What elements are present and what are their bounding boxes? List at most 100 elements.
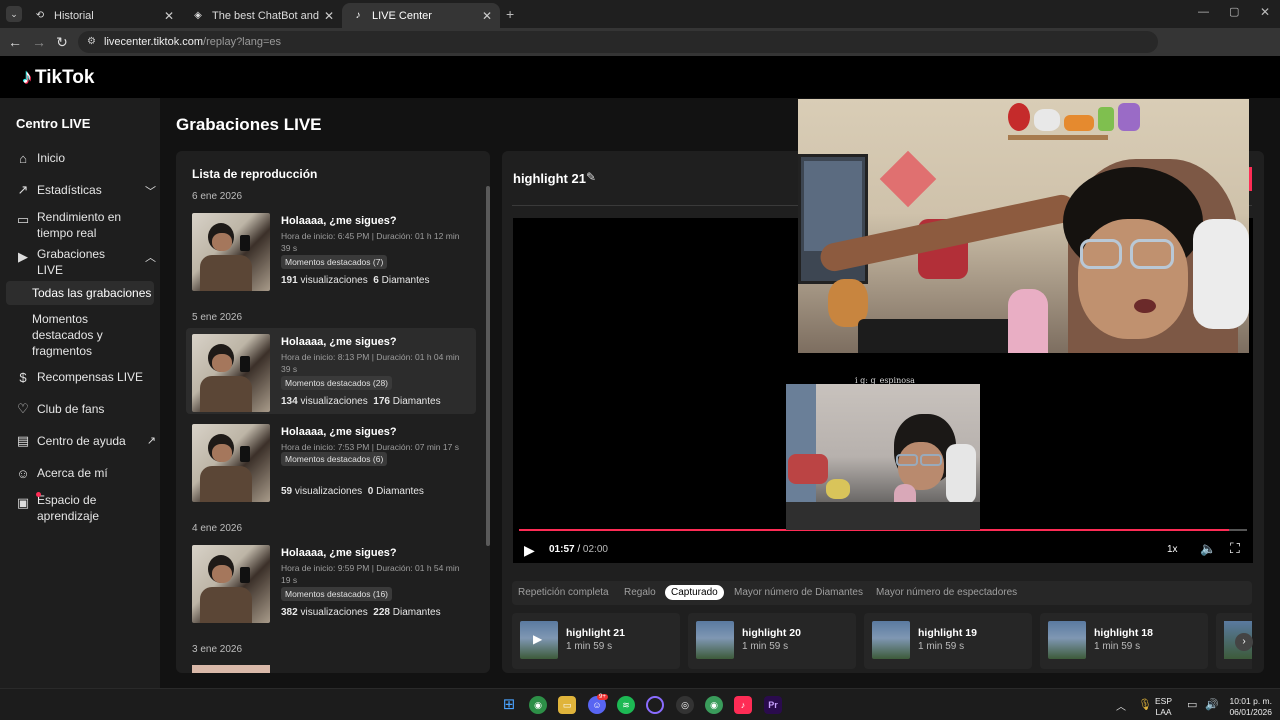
tab-repeticion-completa[interactable]: Repetición completa: [512, 585, 615, 600]
close-icon[interactable]: ✕: [324, 9, 334, 23]
list-item[interactable]: Holaaaa, ¿me sigues? Hora de inicio: 9:5…: [186, 539, 476, 625]
forward-icon[interactable]: →: [31, 34, 47, 50]
tiktok-app-icon[interactable]: ♪: [734, 696, 752, 714]
diamonds-label: Diamantes: [392, 396, 441, 407]
recording-thumbnail-partial[interactable]: [192, 665, 270, 673]
recording-thumbnail[interactable]: [192, 334, 270, 412]
highlights-badge[interactable]: Momentos destacados (16): [281, 587, 392, 601]
new-tab-icon[interactable]: +: [506, 6, 514, 22]
clock[interactable]: 10:01 p. m. 06/01/2026: [1224, 696, 1272, 718]
sidebar-item-estadisticas[interactable]: ↗ Estadísticas ﹀: [16, 182, 156, 199]
minimize-icon[interactable]: —: [1198, 6, 1209, 18]
sidebar-item-ayuda[interactable]: ▤ Centro de ayuda ↗: [16, 433, 156, 448]
chevron-up-icon[interactable]: ︿: [145, 250, 156, 266]
sidebar-item-label: Acerca de mí: [37, 466, 108, 480]
close-icon[interactable]: ✕: [164, 9, 174, 23]
video-camera-frame: [786, 384, 980, 530]
views-label: visualizaciones: [300, 275, 368, 286]
highlights-badge[interactable]: Momentos destacados (6): [281, 452, 388, 466]
sidebar-item-label: Grabaciones LIVE: [37, 247, 106, 277]
clip-card[interactable]: ▶ highlight 21 1 min 59 s: [512, 613, 680, 669]
microphone-icon[interactable]: 🎙: [1138, 698, 1152, 711]
start-windows-icon[interactable]: ⊞: [500, 696, 518, 714]
monitor-icon: ▭: [16, 212, 30, 227]
tiktok-note-icon: ♪: [22, 66, 32, 88]
playlist-scrollbar[interactable]: [486, 186, 490, 546]
premiere-pro-icon[interactable]: Pr: [764, 696, 782, 714]
network-icon[interactable]: ▭: [1187, 698, 1197, 711]
recording-stats: 191 visualizaciones 6 Diamantes: [281, 275, 429, 286]
list-item[interactable]: Holaaaa, ¿me sigues? Hora de inicio: 7:5…: [186, 418, 476, 504]
app-circle-icon[interactable]: [646, 696, 664, 714]
clip-card[interactable]: highlight 18 1 min 59 s: [1040, 613, 1208, 669]
tab-list-dropdown[interactable]: ⌄: [6, 6, 22, 22]
book-icon: ▤: [16, 433, 30, 448]
volume-tray-icon[interactable]: 🔊: [1205, 698, 1219, 711]
play-icon[interactable]: ▶: [524, 542, 535, 559]
edit-icon[interactable]: ✎: [586, 170, 596, 184]
sidebar-item-label: Rendimiento en tiempo real: [37, 210, 122, 240]
taskbar: ⊞ ◉ ▭ ☺ 9+ ≋ ◎ ◉ ♪ Pr ︿ ESP LAA 🎙 ▭ 🔊 10…: [0, 688, 1280, 720]
volume-icon[interactable]: 🔈: [1200, 541, 1216, 557]
url-field[interactable]: ⚙ livecenter.tiktok.com/replay?lang=es: [78, 31, 1158, 53]
tab-live-center[interactable]: ♪ LIVE Center ✕: [342, 3, 500, 28]
spotify-icon[interactable]: ≋: [617, 696, 635, 714]
chrome-icon[interactable]: ◉: [529, 696, 547, 714]
chevron-right-icon[interactable]: ›: [1235, 633, 1253, 651]
highlights-badge[interactable]: Momentos destacados (7): [281, 255, 388, 269]
learning-icon: ▣: [16, 495, 30, 510]
playback-speed-button[interactable]: 1x: [1167, 544, 1178, 555]
sidebar-item-aprendizaje[interactable]: ▣ Espacio de aprendizaje: [16, 492, 156, 524]
fullscreen-icon[interactable]: ⛶: [1230, 540, 1240, 557]
clip-card[interactable]: highlight 20 1 min 59 s: [688, 613, 856, 669]
sidebar-item-acerca[interactable]: ☺ Acerca de mí: [16, 465, 156, 481]
language-indicator[interactable]: ESP LAA: [1155, 696, 1172, 718]
tab-mayor-espectadores[interactable]: Mayor número de espectadores: [870, 585, 1023, 600]
tab-historial[interactable]: ⟲ Historial ✕: [24, 3, 182, 28]
file-explorer-icon[interactable]: ▭: [558, 696, 576, 714]
maximize-icon[interactable]: ▢: [1229, 5, 1239, 18]
chevron-up-icon[interactable]: ︿: [1116, 698, 1126, 713]
list-item[interactable]: Holaaaa, ¿me sigues? Hora de inicio: 6:4…: [186, 207, 476, 293]
playlist-heading: Lista de reproducción: [192, 167, 318, 181]
list-item[interactable]: Holaaaa, ¿me sigues? Hora de inicio: 8:1…: [186, 328, 476, 414]
sidebar-subitem-todas[interactable]: Todas las grabaciones: [6, 281, 154, 305]
sidebar-item-inicio[interactable]: ⌂ Inicio: [16, 151, 156, 166]
tab-mayor-diamantes[interactable]: Mayor número de Diamantes: [728, 585, 869, 600]
close-icon[interactable]: ✕: [482, 9, 492, 23]
clip-duration: 1 min 59 s: [566, 641, 613, 652]
recording-stats: 59 visualizaciones 0 Diamantes: [281, 486, 424, 497]
tiktok-favicon-icon: ♪: [355, 10, 361, 21]
tab-regalo[interactable]: Regalo: [618, 585, 662, 600]
recording-meta: Hora de inicio: 9:59 PM | Duración: 01 h…: [281, 563, 460, 585]
date-group-label: 4 ene 2026: [192, 523, 243, 534]
sidebar-item-recompensas[interactable]: $ Recompensas LIVE: [16, 370, 156, 385]
camera-overlay: [798, 99, 1249, 353]
sidebar-item-club[interactable]: ♡ Club de fans: [16, 401, 156, 416]
sidebar-item-label: Inicio: [37, 151, 66, 165]
site-info-icon[interactable]: ⚙: [87, 31, 96, 53]
highlights-badge[interactable]: Momentos destacados (28): [281, 376, 392, 390]
reload-icon[interactable]: ↻: [54, 34, 70, 50]
chevron-down-icon[interactable]: ﹀: [145, 183, 156, 199]
sidebar-item-label: Espacio de aprendizaje: [37, 493, 100, 523]
sidebar-item-rendimiento[interactable]: ▭ Rendimiento en tiempo real: [16, 209, 156, 241]
site-favicon-icon: ◈: [194, 10, 202, 21]
sidebar-item-grabaciones[interactable]: ▶ Grabaciones LIVE ︿: [16, 246, 156, 278]
clip-duration: 1 min 59 s: [918, 641, 965, 652]
tab-title: LIVE Center: [372, 9, 432, 22]
person-icon: ☺: [16, 465, 30, 481]
recording-thumbnail[interactable]: [192, 545, 270, 623]
clip-card[interactable]: highlight 19 1 min 59 s: [864, 613, 1032, 669]
window-close-icon[interactable]: ✕: [1260, 5, 1270, 19]
back-icon[interactable]: ←: [7, 34, 23, 50]
recording-thumbnail[interactable]: [192, 424, 270, 502]
tiktok-logo[interactable]: ♪ TikTok: [22, 66, 94, 89]
github-icon[interactable]: ◎: [676, 696, 694, 714]
tab-chatbot[interactable]: ◈ The best ChatBot and Widgets ✕: [182, 3, 342, 28]
recording-thumbnail[interactable]: [192, 213, 270, 291]
sidebar-subitem-momentos[interactable]: Momentos destacados y fragmentos: [6, 306, 126, 364]
chrome-profile-icon[interactable]: ◉: [705, 696, 723, 714]
recording-meta: Hora de inicio: 8:13 PM | Duración: 01 h…: [281, 352, 460, 374]
tab-capturado[interactable]: Capturado: [665, 585, 724, 600]
